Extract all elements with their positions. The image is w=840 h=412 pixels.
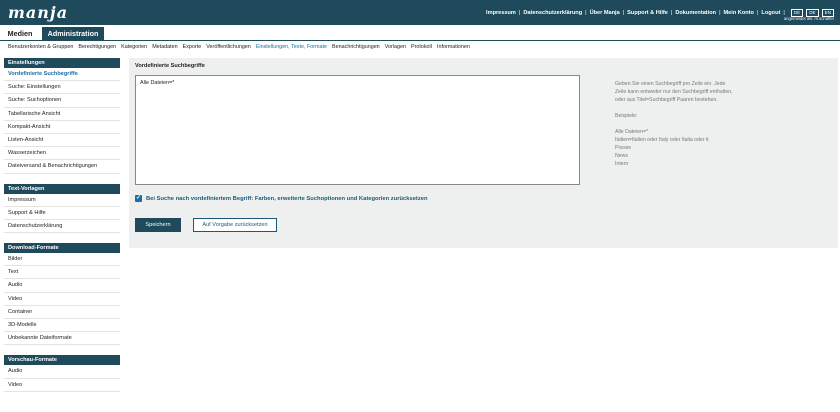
sidebar-item-datenschutz[interactable]: Datenschutzerklärung xyxy=(4,220,120,234)
sidebar-item-tabellarische-ansicht[interactable]: Tabellarische Ansicht xyxy=(4,108,120,121)
nav-mein-konto[interactable]: Mein Konto xyxy=(724,10,754,16)
tab-medien[interactable]: Medien xyxy=(2,27,38,41)
help-text: Geben Sie einen Suchbegriff pro Zeile ei… xyxy=(615,80,775,168)
nav-logout[interactable]: Logout xyxy=(761,10,780,16)
sidebar-item-suche-einstellungen[interactable]: Suche: Einstellungen xyxy=(4,81,120,95)
sidebar-heading: Einstellungen xyxy=(4,58,120,68)
sidebar-heading: Vorschau-Formate xyxy=(4,355,120,366)
subnav-kategorien[interactable]: Kategorien xyxy=(121,44,147,50)
sidebar-item-suche-suchoptionen[interactable]: Suche: Suchoptionen xyxy=(4,94,120,108)
subnav-vorlagen[interactable]: Vorlagen xyxy=(385,44,406,50)
subnav-informationen[interactable]: Informationen xyxy=(437,44,470,50)
sidebar-item-container[interactable]: Container xyxy=(4,306,120,319)
reset-to-default-button[interactable]: Auf Vorgabe zurücksetzen xyxy=(193,218,277,232)
admin-subnav: Benutzerkonten & Gruppen Berechtigungen … xyxy=(8,44,470,50)
settings-sidebar: Einstellungen Vordefinierte Suchbegriffe… xyxy=(4,58,120,402)
main-tabs: Medien Administration xyxy=(0,25,840,41)
help-line: Zeile kann entweder nur den Suchbegriff … xyxy=(615,89,733,95)
subnav-einstellungen[interactable]: Einstellungen, Texte, Formate xyxy=(256,44,327,50)
help-line: Geben Sie einen Suchbegriff pro Zeile ei… xyxy=(615,81,726,87)
nav-datenschutz[interactable]: Datenschutzerklärung xyxy=(523,10,582,16)
sidebar-group-vorschau-formate: Vorschau-Formate Audio Video xyxy=(4,355,120,392)
sidebar-item-audio[interactable]: Audio xyxy=(4,279,120,293)
nav-impressum[interactable]: Impressum xyxy=(486,10,516,16)
top-header: manja Impressum | Datenschutzerklärung | Ü… xyxy=(0,0,840,25)
manja-logo[interactable]: manja xyxy=(8,3,68,22)
sidebar-item-listen-ansicht[interactable]: Listen-Ansicht xyxy=(4,134,120,148)
subnav-veroeffentlichungen[interactable]: Veröffentlichungen xyxy=(206,44,251,50)
sidebar-item-impressum[interactable]: Impressum xyxy=(4,194,120,207)
help-example: Alle Dateien=* xyxy=(615,129,649,135)
sidebar-heading: Text-Vorlagen xyxy=(4,183,120,194)
help-line: oder aus Titel=Suchbegriff Paaren besteh… xyxy=(615,97,718,103)
sidebar-item-unbekannte-formate[interactable]: Unbekannte Dateiformate xyxy=(4,332,120,346)
sidebar-item-bilder[interactable]: Bilder xyxy=(4,253,120,267)
help-example: Intern xyxy=(615,161,629,167)
save-button[interactable]: Speichern xyxy=(135,218,181,232)
sidebar-item-kompakt-ansicht[interactable]: Kompakt-Ansicht xyxy=(4,121,120,134)
panel-title: Vordefinierte Suchbegriffe xyxy=(135,63,205,69)
tab-administration[interactable]: Administration xyxy=(42,27,104,41)
sidebar-item-text[interactable]: Text xyxy=(4,266,120,280)
reset-checkbox[interactable]: ✓ xyxy=(135,195,142,202)
sidebar-heading: Download-Formate xyxy=(4,243,120,254)
reset-option-row[interactable]: ✓ Bei Suche nach vordefiniertem Begriff:… xyxy=(135,195,428,202)
subnav-benachrichtigungen[interactable]: Benachrichtigungen xyxy=(332,44,380,50)
reset-checkbox-label[interactable]: Bei Suche nach vordefiniertem Begriff: F… xyxy=(146,196,428,202)
sidebar-group-download-formate: Download-Formate Bilder Text Audio Video… xyxy=(4,243,120,346)
sidebar-item-vordefinierte-suchbegriffe[interactable]: Vordefinierte Suchbegriffe xyxy=(4,68,120,82)
sidebar-item-vorschau-audio[interactable]: Audio xyxy=(4,365,120,379)
nav-support[interactable]: Support & Hilfe xyxy=(627,10,668,16)
help-example: Presse xyxy=(615,145,632,151)
content-panel: Vordefinierte Suchbegriffe Alle Dateien=… xyxy=(129,58,838,248)
sidebar-group-einstellungen: Einstellungen Vordefinierte Suchbegriffe… xyxy=(4,58,120,174)
nav-dokumentation[interactable]: Dokumentation xyxy=(675,10,716,16)
top-navigation: Impressum | Datenschutzerklärung | Über Ma… xyxy=(486,9,834,17)
sidebar-item-dateiversand[interactable]: Dateiversand & Benachrichtigungen xyxy=(4,160,120,174)
subnav-protokoll[interactable]: Protokoll xyxy=(411,44,432,50)
sidebar-group-text-vorlagen: Text-Vorlagen Impressum Support & Hilfe … xyxy=(4,183,120,234)
subnav-benutzerkonten[interactable]: Benutzerkonten & Gruppen xyxy=(8,44,73,50)
nav-ueber-manja[interactable]: Über Manja xyxy=(590,10,620,16)
subnav-exporte[interactable]: Exporte xyxy=(183,44,202,50)
sidebar-item-wasserzeichen[interactable]: Wasserzeichen xyxy=(4,147,120,161)
help-example-label: Beispiele: xyxy=(615,113,638,119)
sidebar-item-3d-modelle[interactable]: 3D-Modelle xyxy=(4,319,120,333)
sidebar-item-vorschau-video[interactable]: Video xyxy=(4,379,120,392)
logged-in-user: angemeldet als: m.schaffer xyxy=(783,16,834,21)
sidebar-item-video[interactable]: Video xyxy=(4,293,120,306)
subnav-berechtigungen[interactable]: Berechtigungen xyxy=(78,44,116,50)
sidebar-item-support-hilfe[interactable]: Support & Hilfe xyxy=(4,207,120,220)
subnav-metadaten[interactable]: Metadaten xyxy=(152,44,177,50)
search-terms-textarea[interactable]: Alle Dateien=* xyxy=(135,75,580,185)
help-example: Italien=Italien oder Italy oder Italia o… xyxy=(615,137,709,143)
help-example: News xyxy=(615,153,628,159)
